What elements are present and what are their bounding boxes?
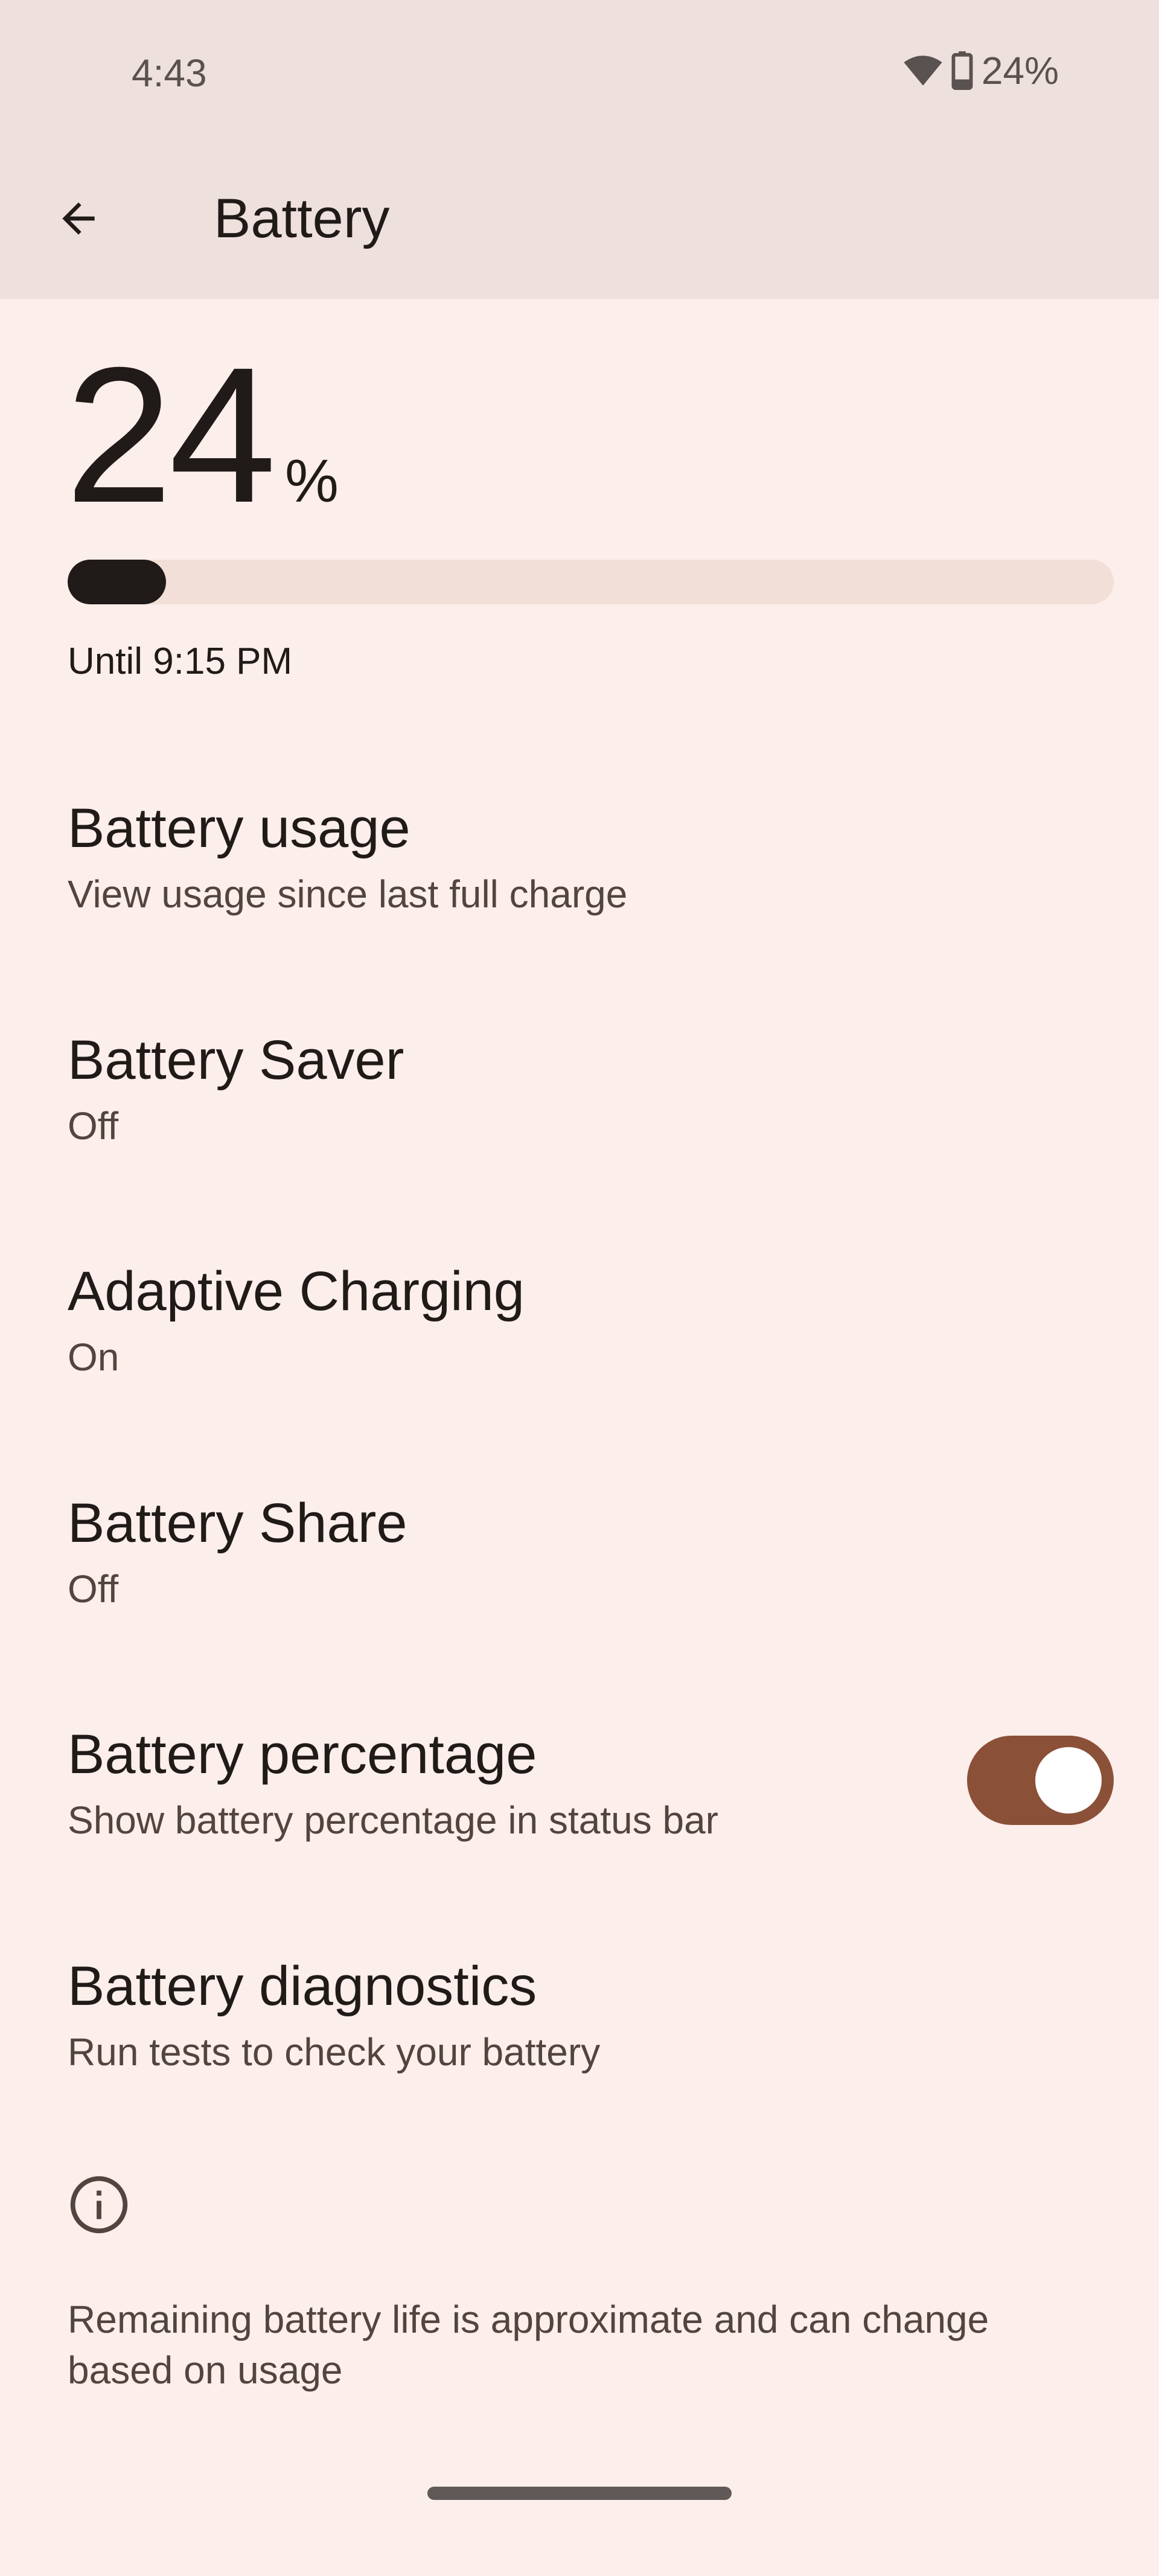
battery-level-percent-sign: % <box>284 447 339 515</box>
item-subtitle: Run tests to check your battery <box>68 2030 601 2074</box>
top-app-bar: 4:43 24% Battery <box>0 0 1159 299</box>
home-gesture-bar[interactable] <box>427 2487 732 2500</box>
battery-progress-bar <box>68 560 1114 604</box>
arrow-left-icon <box>54 194 103 246</box>
status-battery-text: 24% <box>981 49 1059 92</box>
item-title: Battery usage <box>68 797 410 859</box>
battery-level-number: 24 <box>65 327 276 543</box>
item-subtitle: On <box>68 1335 120 1379</box>
battery-level: 24 % <box>65 338 339 531</box>
battery-icon <box>951 51 973 90</box>
item-battery-usage[interactable]: Battery usage View usage since last full… <box>0 797 1159 1029</box>
info-icon <box>68 2173 130 2239</box>
item-battery-diagnostics[interactable]: Battery diagnostics Run tests to check y… <box>0 1955 1159 2187</box>
battery-estimate: Until 9:15 PM <box>68 641 293 682</box>
item-title: Battery percentage <box>68 1724 537 1785</box>
back-button[interactable] <box>48 190 109 250</box>
item-battery-share[interactable]: Battery Share Off <box>0 1492 1159 1724</box>
item-subtitle: View usage since last full charge <box>68 872 628 916</box>
item-title: Adaptive Charging <box>68 1261 525 1322</box>
status-icons: 24% <box>903 48 1059 93</box>
item-battery-percentage[interactable]: Battery percentage Show battery percenta… <box>0 1723 1159 1955</box>
page-title: Battery <box>214 188 390 249</box>
item-title: Battery Saver <box>68 1029 404 1091</box>
item-subtitle: Off <box>68 1104 119 1148</box>
footer-note: Remaining battery life is approximate an… <box>68 2298 989 2392</box>
item-subtitle: Off <box>68 1567 119 1611</box>
item-adaptive-charging[interactable]: Adaptive Charging On <box>0 1260 1159 1492</box>
wifi-icon <box>903 54 943 88</box>
battery-percentage-toggle[interactable] <box>967 1736 1114 1825</box>
battery-progress-fill <box>68 560 166 604</box>
status-time: 4:43 <box>132 51 207 95</box>
toggle-knob <box>1035 1747 1102 1814</box>
item-battery-saver[interactable]: Battery Saver Off <box>0 1029 1159 1261</box>
item-title: Battery Share <box>68 1492 407 1554</box>
item-subtitle: Show battery percentage in status bar <box>68 1798 718 1842</box>
item-title: Battery diagnostics <box>68 1955 537 2017</box>
